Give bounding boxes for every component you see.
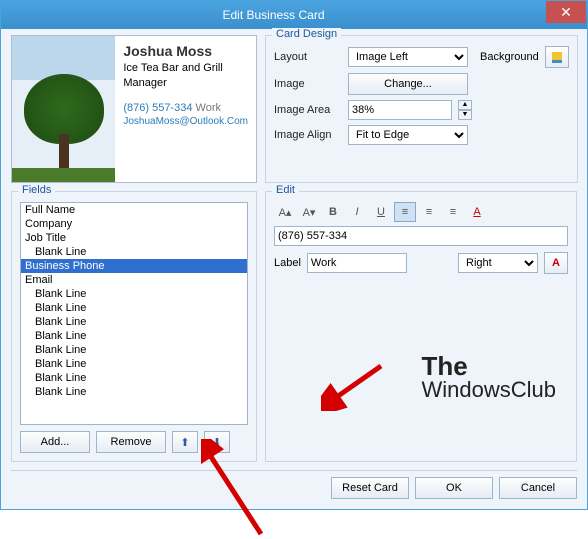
label-label: Label [274, 257, 301, 269]
image-area-label: Image Area [274, 104, 342, 116]
field-list-item[interactable]: Full Name [21, 203, 247, 217]
underline-button[interactable]: U [370, 202, 392, 222]
increase-font-button[interactable]: A▴ [274, 202, 296, 222]
font-increase-icon: A▴ [279, 206, 292, 219]
layout-select[interactable]: Image Left [348, 47, 468, 67]
move-up-button[interactable]: ⬆ [172, 431, 198, 453]
reset-card-button[interactable]: Reset Card [331, 477, 409, 499]
field-list-item[interactable]: Blank Line [21, 385, 247, 399]
image-align-label: Image Align [274, 129, 342, 141]
preview-phone-type: Work [196, 102, 221, 114]
titlebar[interactable]: Edit Business Card ✕ [1, 1, 587, 29]
close-button[interactable]: ✕ [546, 1, 586, 23]
image-align-select[interactable]: Fit to Edge [348, 125, 468, 145]
remove-field-button[interactable]: Remove [96, 431, 166, 453]
field-list-item[interactable]: Email [21, 273, 247, 287]
ok-button[interactable]: OK [415, 477, 493, 499]
change-image-button[interactable]: Change... [348, 73, 468, 95]
field-list-item[interactable]: Blank Line [21, 371, 247, 385]
arrow-up-icon: ⬆ [180, 436, 189, 449]
field-list-item[interactable]: Job Title [21, 231, 247, 245]
bold-button[interactable]: B [322, 202, 344, 222]
image-label: Image [274, 78, 342, 90]
preview-phone: (876) 557-334 [123, 102, 192, 114]
label-align-select[interactable]: Right [458, 253, 538, 273]
layout-label: Layout [274, 51, 342, 63]
align-right-button[interactable]: ≡ [442, 202, 464, 222]
field-list-item[interactable]: Blank Line [21, 287, 247, 301]
field-list-item[interactable]: Blank Line [21, 301, 247, 315]
fields-legend: Fields [18, 184, 55, 196]
card-image [12, 36, 115, 182]
image-area-input[interactable] [348, 100, 452, 120]
underline-icon: U [377, 206, 385, 218]
decrease-font-button[interactable]: A▾ [298, 202, 320, 222]
watermark-logo: The WindowsClub [422, 353, 557, 401]
fields-list[interactable]: Full NameCompanyJob TitleBlank LineBusin… [20, 202, 248, 425]
card-preview: Joshua Moss Ice Tea Bar and Grill Manage… [11, 35, 257, 183]
field-list-item[interactable]: Blank Line [21, 245, 247, 259]
field-list-item[interactable]: Blank Line [21, 357, 247, 371]
field-list-item[interactable]: Blank Line [21, 315, 247, 329]
paint-bucket-icon [550, 50, 564, 64]
font-color-button[interactable]: A [466, 202, 488, 222]
preview-email: JoshuaMoss@Outlook.Com [123, 115, 248, 129]
field-list-item[interactable]: Blank Line [21, 343, 247, 357]
arrow-down-icon: ⬇ [212, 436, 221, 449]
preview-name: Joshua Moss [123, 42, 248, 61]
move-down-button[interactable]: ⬇ [204, 431, 230, 453]
edit-business-card-dialog: Edit Business Card ✕ Joshua Moss Ice Tea… [0, 0, 588, 510]
align-center-icon: ≡ [426, 206, 432, 218]
format-toolbar: A▴ A▾ B I U ≡ ≡ ≡ A [274, 202, 568, 222]
field-list-item[interactable]: Company [21, 217, 247, 231]
align-left-icon: ≡ [402, 206, 408, 218]
dialog-footer: Reset Card OK Cancel [11, 470, 577, 499]
italic-button[interactable]: I [346, 202, 368, 222]
background-color-button[interactable] [545, 46, 569, 68]
label-input[interactable] [307, 253, 407, 273]
cancel-button[interactable]: Cancel [499, 477, 577, 499]
field-value-input[interactable] [274, 226, 568, 246]
card-design-legend: Card Design [272, 28, 341, 40]
image-area-spinner[interactable]: ▲▼ [458, 100, 472, 120]
preview-company: Ice Tea Bar and Grill [123, 61, 248, 76]
italic-icon: I [355, 206, 358, 218]
align-left-button[interactable]: ≡ [394, 202, 416, 222]
edit-legend: Edit [272, 184, 299, 196]
font-color-icon: A [473, 206, 480, 218]
card-design-group: Card Design Layout Image Left Background… [265, 35, 578, 183]
font-color-icon: A [552, 257, 560, 269]
background-label: Background [480, 51, 539, 63]
font-decrease-icon: A▾ [303, 206, 316, 219]
field-list-item[interactable]: Blank Line [21, 329, 247, 343]
field-list-item[interactable]: Business Phone [21, 259, 247, 273]
preview-title: Manager [123, 76, 248, 91]
edit-group: Edit A▴ A▾ B I U ≡ ≡ ≡ A Label Right [265, 191, 577, 462]
align-center-button[interactable]: ≡ [418, 202, 440, 222]
label-color-button[interactable]: A [544, 252, 568, 274]
align-right-icon: ≡ [450, 206, 456, 218]
bold-icon: B [329, 206, 337, 218]
fields-group: Fields Full NameCompanyJob TitleBlank Li… [11, 191, 257, 462]
window-title: Edit Business Card [1, 8, 546, 22]
add-field-button[interactable]: Add... [20, 431, 90, 453]
